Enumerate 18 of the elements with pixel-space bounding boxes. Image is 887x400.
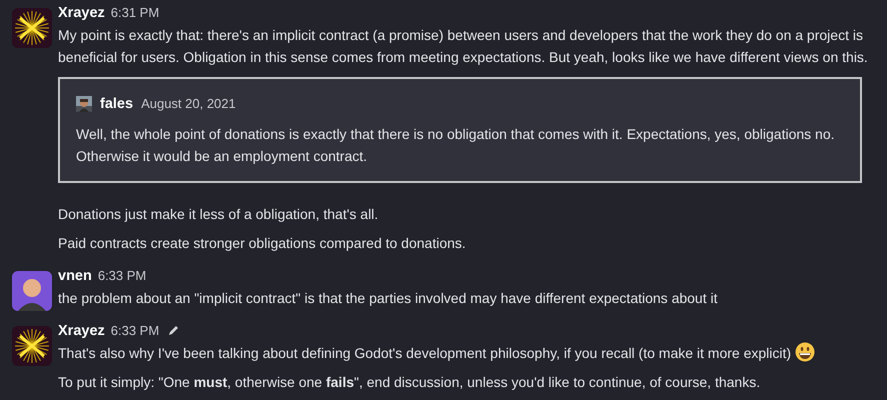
avatar-icon[interactable] [12,271,52,311]
author-name[interactable]: Xrayez [58,2,105,24]
author-name[interactable]: vnen [58,265,92,287]
message-text: the problem about an "implicit contract" is that the parties involved may have different expectations about it [58,289,718,308]
avatar-icon[interactable] [12,326,52,366]
message-text: That's also why I've been talking about defining Godot's development philosophy, if you recall (to make it more explicit) [58,345,792,361]
message-text: My point is exactly that: there's an implicit contract (a promise) between users and developers that the work they do on a project is beneficial for users. Obligation in this sense comes from meeting expectations. But yeah, looks like we have different views on this. [58,26,869,67]
timestamp: 6:31 PM [110,4,160,22]
quote-text: Well, the whole point of donations is exactly that there is no obligation that comes with it. Expectations, yes, obligations no. Otherwise it would be an employment contract. [76,125,836,166]
author-name[interactable]: Xrayez [58,320,105,342]
message-text: Paid contracts create stronger obligations compared to donations. [58,234,467,253]
message-text: To put it simply: "One must, otherwise one fails", end discussion, unless you'd like to continue, of course, thanks. [58,373,762,392]
quote-author[interactable]: fales [100,93,134,115]
timestamp: 6:33 PM [110,322,160,340]
avatar-icon[interactable] [12,8,52,48]
timestamp: 6:33 PM [98,267,146,285]
message-text: Donations just make it less of a obligation, that's all. [58,205,380,224]
quote-date: August 20, 2021 [141,95,236,113]
